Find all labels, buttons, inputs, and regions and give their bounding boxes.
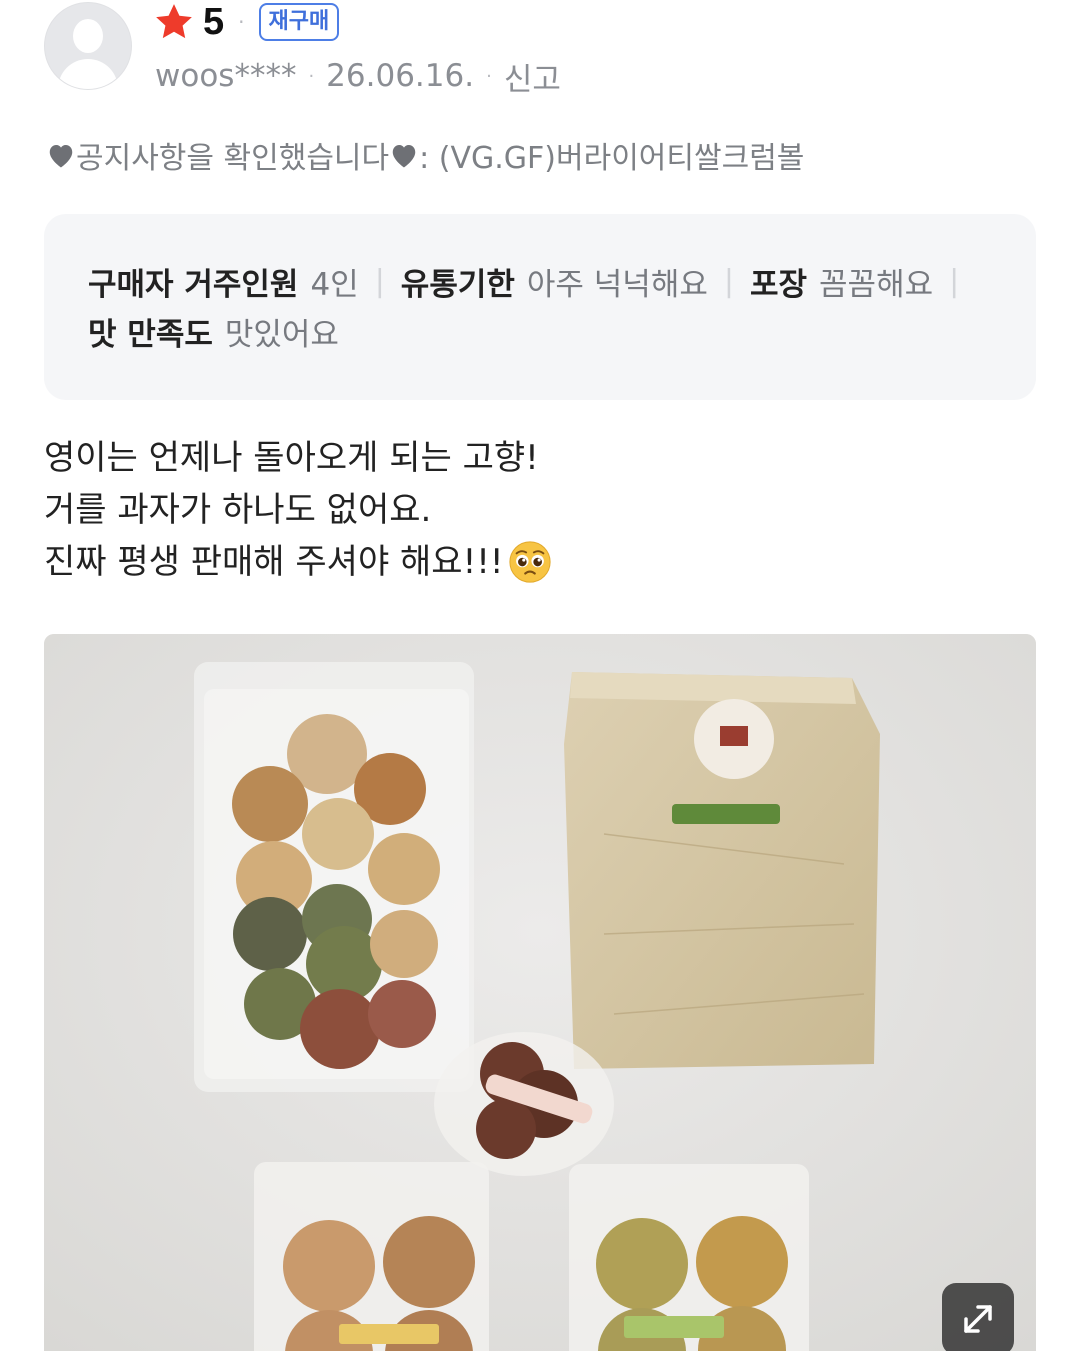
review-line-with-emoji: 진짜 평생 판매해 주셔야 해요!!!	[44, 536, 553, 588]
survey-divider: |	[374, 263, 385, 299]
review-date: 26.06.16.	[326, 58, 475, 94]
heart-icon	[392, 145, 416, 168]
expand-photo-button[interactable]	[942, 1283, 1014, 1351]
report-link[interactable]: 신고	[504, 54, 561, 99]
review-line: 거를 과자가 하나도 없어요.	[44, 490, 432, 530]
expand-icon	[964, 1305, 992, 1333]
review-photo[interactable]	[44, 634, 1036, 1351]
small-cookie-bag	[434, 1032, 614, 1176]
paper-bag	[564, 672, 880, 1069]
survey-value: 아주 넉넉해요	[526, 266, 708, 303]
survey-row: 맛 만족도 맛있어요	[88, 308, 992, 354]
option-name: : (VG.GF)버라이어티쌀크럼볼	[419, 141, 805, 176]
bottom-right-cookie-bag	[569, 1164, 809, 1351]
review-meta: woos**** · 26.06.16. · 신고	[155, 54, 561, 98]
review-line-text: 진짜 평생 판매해 주셔야 해요!!!	[44, 542, 504, 582]
survey-row: 구매자 거주인원 4인 | 유통기한 아주 넉넉해요 | 포장 꼼꼼해요 |	[88, 258, 992, 304]
survey-divider: |	[723, 263, 734, 299]
star-icon	[156, 4, 192, 39]
purchase-option: 공지사항을 확인했습니다 : (VG.GF)버라이어티쌀크럼볼	[46, 132, 804, 178]
repurchase-badge: 재구매	[258, 3, 340, 41]
avatar	[44, 2, 132, 90]
survey-label: 포장	[749, 266, 808, 303]
separator-dot: ·	[308, 65, 315, 87]
review-line: 영이는 언제나 돌아오게 되는 고향!	[44, 438, 539, 478]
survey-value: 꼼꼼해요	[819, 266, 934, 303]
separator-dot: ·	[238, 10, 245, 34]
review-card: 5 · 재구매 woos**** · 26.06.16. · 신고 공지사항을 …	[0, 0, 1080, 1351]
pleading-face-emoji-icon	[509, 541, 552, 583]
crumble-ball-bag	[194, 662, 474, 1092]
review-survey: 구매자 거주인원 4인 | 유통기한 아주 넉넉해요 | 포장 꼼꼼해요 | 맛…	[44, 214, 1036, 400]
avatar-head	[73, 19, 103, 53]
reviewer-id: woos****	[155, 58, 297, 94]
bottom-left-cookie-bag	[254, 1162, 489, 1351]
survey-label: 유통기한	[400, 266, 515, 303]
survey-label: 구매자 거주인원	[88, 266, 299, 303]
review-body: 영이는 언제나 돌아오게 되는 고향! 거를 과자가 하나도 없어요. 진짜 평…	[44, 432, 553, 588]
survey-value: 4인	[310, 266, 359, 303]
survey-divider: |	[949, 263, 960, 299]
rating-value: 5	[203, 1, 225, 43]
avatar-shoulders	[58, 59, 118, 89]
cookies-photo-illustration	[44, 634, 1036, 1351]
rating-row: 5 · 재구매	[153, 0, 340, 44]
survey-value: 맛있어요	[224, 316, 339, 353]
heart-icon	[49, 145, 73, 168]
separator-dot: ·	[486, 65, 492, 87]
survey-label: 맛 만족도	[88, 316, 213, 353]
notice-confirm-text: 공지사항을 확인했습니다	[76, 141, 390, 176]
